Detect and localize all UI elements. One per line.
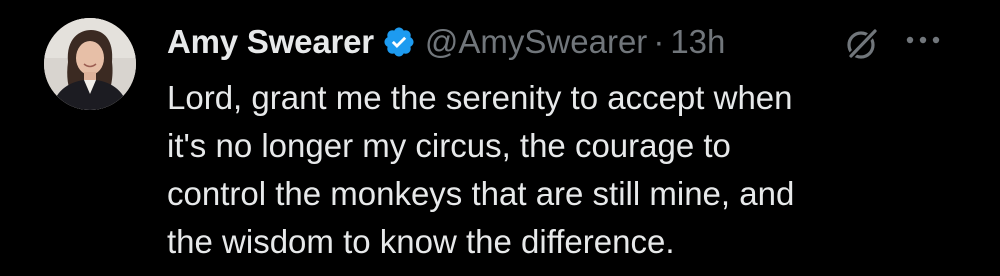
tweet-text-line: Lord, grant me the serenity to accept wh… (167, 79, 793, 116)
timestamp[interactable]: 13h (670, 23, 725, 61)
avatar-image (44, 18, 136, 110)
tweet[interactable]: Amy Swearer @AmySwearer · 13h Lord, gran… (0, 0, 1000, 276)
avatar[interactable] (44, 18, 136, 110)
grok-icon[interactable] (842, 24, 882, 64)
verified-badge-icon[interactable] (382, 25, 416, 59)
author-handle[interactable]: @AmySwearer (425, 23, 647, 61)
tweet-text: Lord, grant me the serenity to accept wh… (167, 74, 967, 266)
tweet-text-line: it's no longer my circus, the courage to (167, 127, 731, 164)
tweet-text-line: the wisdom to know the difference. (167, 223, 675, 260)
author-display-name[interactable]: Amy Swearer (167, 23, 374, 61)
tweet-text-line: control the monkeys that are still mine,… (167, 175, 795, 212)
tweet-header: Amy Swearer @AmySwearer · 13h (167, 16, 725, 68)
separator-dot: · (653, 23, 665, 60)
more-options-icon[interactable] (905, 32, 941, 48)
